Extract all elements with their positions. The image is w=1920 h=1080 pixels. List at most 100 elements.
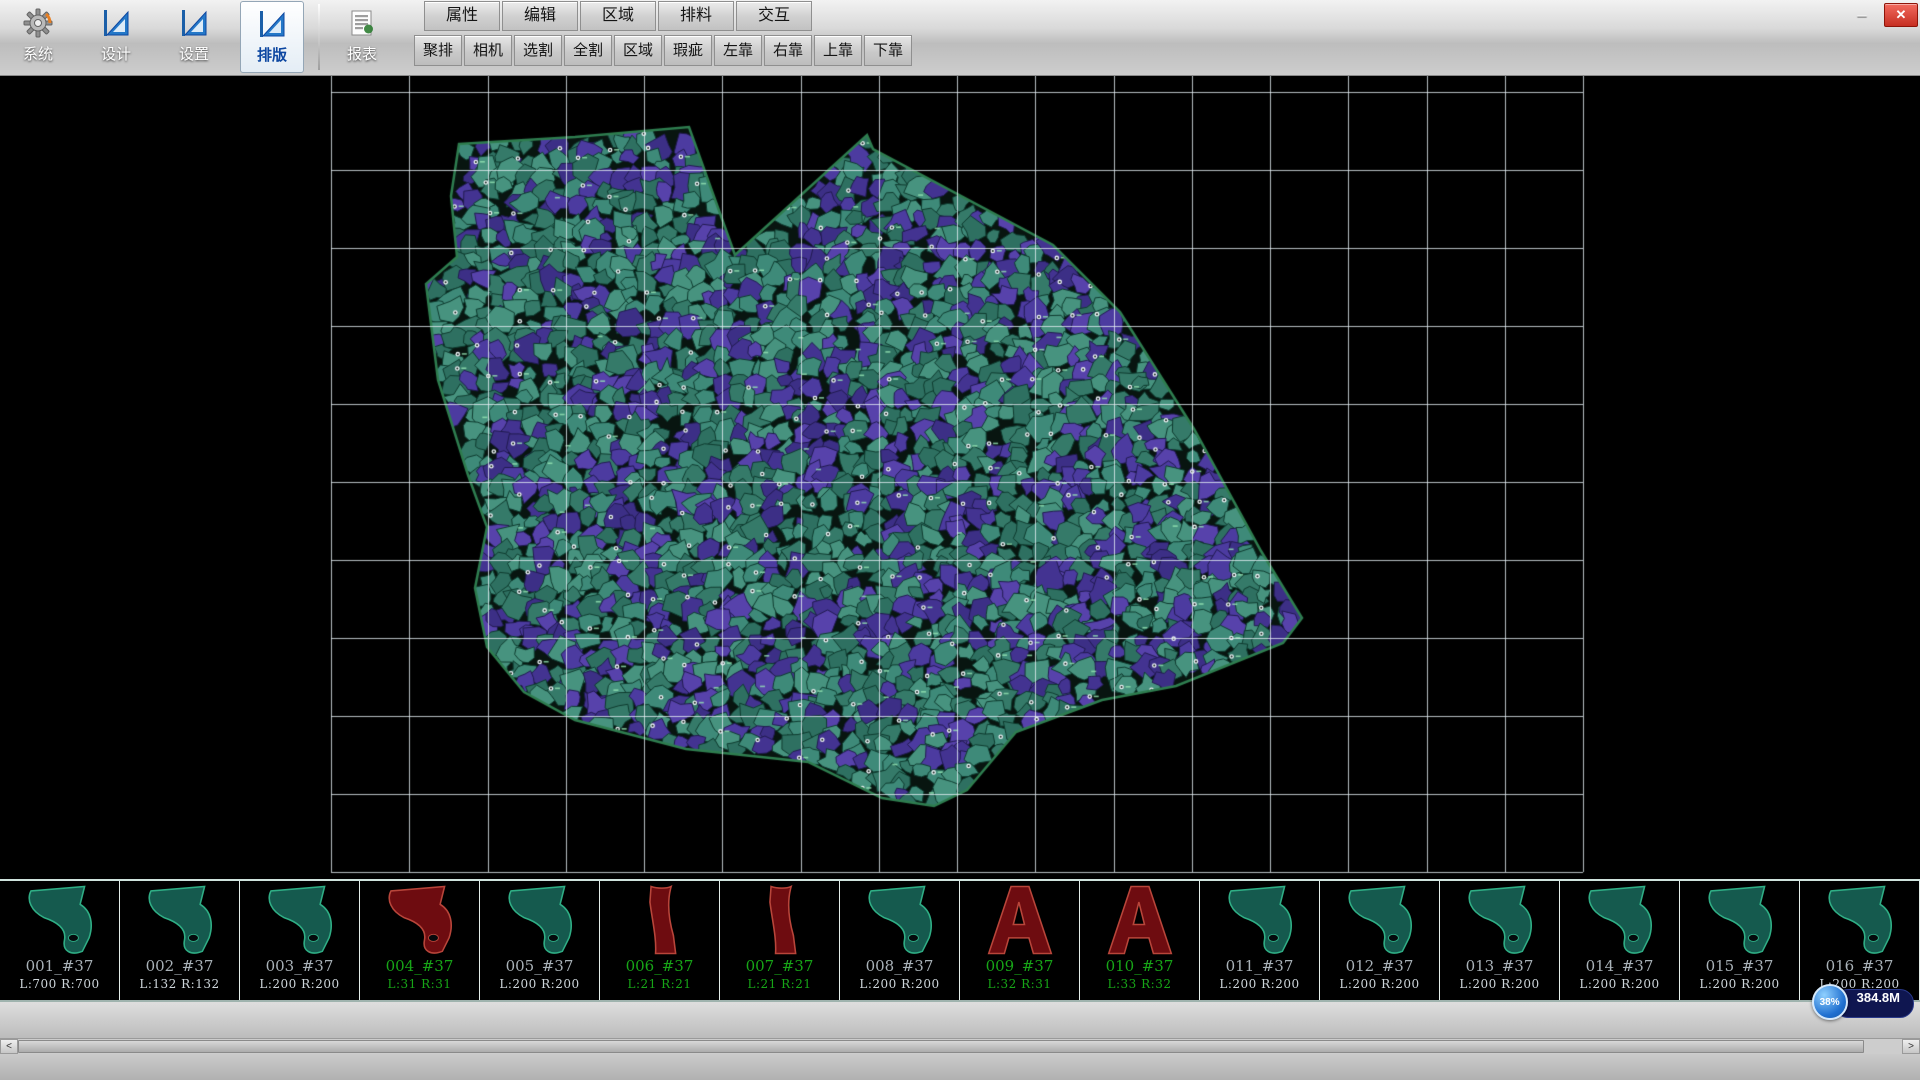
nav-system-button[interactable]: 系统 xyxy=(6,1,70,73)
piece-thumbnail xyxy=(607,882,713,958)
piece-count: L:31 R:31 xyxy=(360,977,479,991)
piece-name: 003_#37 xyxy=(240,957,359,975)
scrollbar-thumb[interactable] xyxy=(18,1040,1864,1053)
piece-tile-015_#37[interactable]: 015_#37 L:200 R:200 xyxy=(1680,881,1800,1000)
nav-report-label: 报表 xyxy=(347,43,377,64)
tool-select-cut-button[interactable]: 选割 xyxy=(514,35,562,66)
piece-thumbnail xyxy=(1207,882,1313,958)
piece-name: 004_#37 xyxy=(360,957,479,975)
scroll-left-button[interactable]: < xyxy=(0,1039,18,1054)
piece-thumbnail xyxy=(367,882,473,958)
piece-tile-016_#37[interactable]: 016_#37L:200 R:200 xyxy=(1800,881,1920,1000)
nesting-canvas[interactable] xyxy=(0,76,1920,879)
piece-name: 008_#37 xyxy=(840,957,959,975)
tab-interact[interactable]: 交互 xyxy=(736,1,812,31)
piece-tile-011_#37[interactable]: 011_#37L:200 R:200 xyxy=(1200,881,1320,1000)
report-icon xyxy=(347,4,377,42)
main-toolbar: 系统 设计 设置 排版 报表 属性编辑区域排料交互 聚排相机选割全割区域瑕疵左靠… xyxy=(0,0,1920,76)
bottom-chrome xyxy=(0,1002,1920,1038)
piece-thumbnail xyxy=(1327,882,1433,958)
piece-tile-013_#37[interactable]: 013_#37L:200 R:200 xyxy=(1440,881,1560,1000)
piece-thumbnail xyxy=(7,882,113,958)
piece-count: L:200 R:200 xyxy=(1320,977,1439,991)
piece-tile-008_#37[interactable]: 008_#37 L:200 R:200 xyxy=(840,881,960,1000)
piece-count: L:200 R:200 xyxy=(480,977,599,991)
piece-count: L:132 R:132 xyxy=(120,977,239,991)
tab-nest[interactable]: 排料 xyxy=(658,1,734,31)
nav-settings-button[interactable]: 设置 xyxy=(162,1,226,73)
piece-thumbnail xyxy=(1807,882,1913,958)
nav-design-button[interactable]: 设计 xyxy=(84,1,148,73)
piece-tile-001_#37[interactable]: 001_#37 L:700 R:700 xyxy=(0,881,120,1000)
piece-name: 009_#37 xyxy=(960,957,1079,975)
piece-name: 006_#37 xyxy=(600,957,719,975)
nav-nesting-label: 排版 xyxy=(257,44,287,65)
nav-nesting-button[interactable]: 排版 xyxy=(240,1,304,73)
piece-name: 002_#37 xyxy=(120,957,239,975)
nav-design-label: 设计 xyxy=(101,43,131,64)
scroll-right-button[interactable]: > xyxy=(1902,1039,1920,1054)
tool-align-bottom-button[interactable]: 下靠 xyxy=(864,35,912,66)
tab-edit[interactable]: 编辑 xyxy=(502,1,578,31)
tool-region-button[interactable]: 区域 xyxy=(614,35,662,66)
piece-thumbnail xyxy=(247,882,353,958)
tab-region[interactable]: 区域 xyxy=(580,1,656,31)
ruler-icon xyxy=(101,4,131,42)
tab-properties[interactable]: 属性 xyxy=(424,1,500,31)
piece-tile-002_#37[interactable]: 002_#37 L:132 R:132 xyxy=(120,881,240,1000)
nav-report-button[interactable]: 报表 xyxy=(330,1,394,73)
piece-tile-010_#37[interactable]: 010_#37L:33 R:32 xyxy=(1080,881,1200,1000)
tool-align-right-button[interactable]: 右靠 xyxy=(764,35,812,66)
tool-cluster-nest-button[interactable]: 聚排 xyxy=(414,35,462,66)
piece-tile-003_#37[interactable]: 003_#37 L:200 R:200 xyxy=(240,881,360,1000)
piece-count: L:21 R:21 xyxy=(720,977,839,991)
piece-name: 013_#37 xyxy=(1440,957,1559,975)
piece-count: L:200 R:200 xyxy=(240,977,359,991)
gear-icon xyxy=(23,4,53,42)
toolbar-separator xyxy=(318,4,320,70)
piece-thumbnail xyxy=(727,882,833,958)
ruler-icon xyxy=(179,4,209,42)
tool-align-top-button[interactable]: 上靠 xyxy=(814,35,862,66)
piece-count: L:200 R:200 xyxy=(1680,977,1799,991)
tool-align-left-button[interactable]: 左靠 xyxy=(714,35,762,66)
piece-tile-005_#37[interactable]: 005_#37 L:200 R:200 xyxy=(480,881,600,1000)
tool-button-row: 聚排相机选割全割区域瑕疵左靠右靠上靠下靠 xyxy=(414,35,912,66)
tool-defect-button[interactable]: 瑕疵 xyxy=(664,35,712,66)
piece-count: L:200 R:200 xyxy=(840,977,959,991)
piece-count: L:32 R:31 xyxy=(960,977,1079,991)
piece-name: 016_#37 xyxy=(1800,957,1919,975)
nav-settings-label: 设置 xyxy=(179,43,209,64)
piece-thumbnail xyxy=(127,882,233,958)
piece-name: 015_#37 xyxy=(1680,957,1799,975)
piece-tile-014_#37[interactable]: 014_#37L:200 R:200 xyxy=(1560,881,1680,1000)
piece-name: 014_#37 xyxy=(1560,957,1679,975)
window-footer xyxy=(0,1054,1920,1080)
piece-name: 001_#37 xyxy=(0,957,119,975)
piece-tile-012_#37[interactable]: 012_#37L:200 R:200 xyxy=(1320,881,1440,1000)
piece-name: 007_#37 xyxy=(720,957,839,975)
piece-thumbnail xyxy=(1687,882,1793,958)
piece-name: 010_#37 xyxy=(1080,957,1199,975)
horizontal-scrollbar[interactable]: < > xyxy=(0,1038,1920,1054)
tool-cut-all-button[interactable]: 全割 xyxy=(564,35,612,66)
tool-camera-button[interactable]: 相机 xyxy=(464,35,512,66)
piece-tile-007_#37[interactable]: 007_#37 L:21 R:21 xyxy=(720,881,840,1000)
piece-name: 005_#37 xyxy=(480,957,599,975)
status-indicator: 384.8M 38% xyxy=(1812,984,1914,1020)
main-nav-buttons: 系统 设计 设置 排版 报表 xyxy=(6,1,408,75)
close-button[interactable]: ✕ xyxy=(1884,3,1918,27)
minimize-button[interactable]: ─ xyxy=(1848,6,1876,26)
piece-tile-004_#37[interactable]: 004_#37 L:31 R:31 xyxy=(360,881,480,1000)
piece-count: L:200 R:200 xyxy=(1200,977,1319,991)
piece-thumbnail xyxy=(967,882,1073,958)
piece-count: L:700 R:700 xyxy=(0,977,119,991)
progress-circle: 38% xyxy=(1812,984,1848,1020)
piece-tile-006_#37[interactable]: 006_#37L:21 R:21 xyxy=(600,881,720,1000)
nav-system-label: 系统 xyxy=(23,43,53,64)
piece-thumbnail xyxy=(1087,882,1193,958)
piece-thumbnail xyxy=(1567,882,1673,958)
piece-thumbnail xyxy=(847,882,953,958)
menu-tab-row: 属性编辑区域排料交互 xyxy=(424,1,912,31)
piece-tile-009_#37[interactable]: 009_#37 L:32 R:31 xyxy=(960,881,1080,1000)
